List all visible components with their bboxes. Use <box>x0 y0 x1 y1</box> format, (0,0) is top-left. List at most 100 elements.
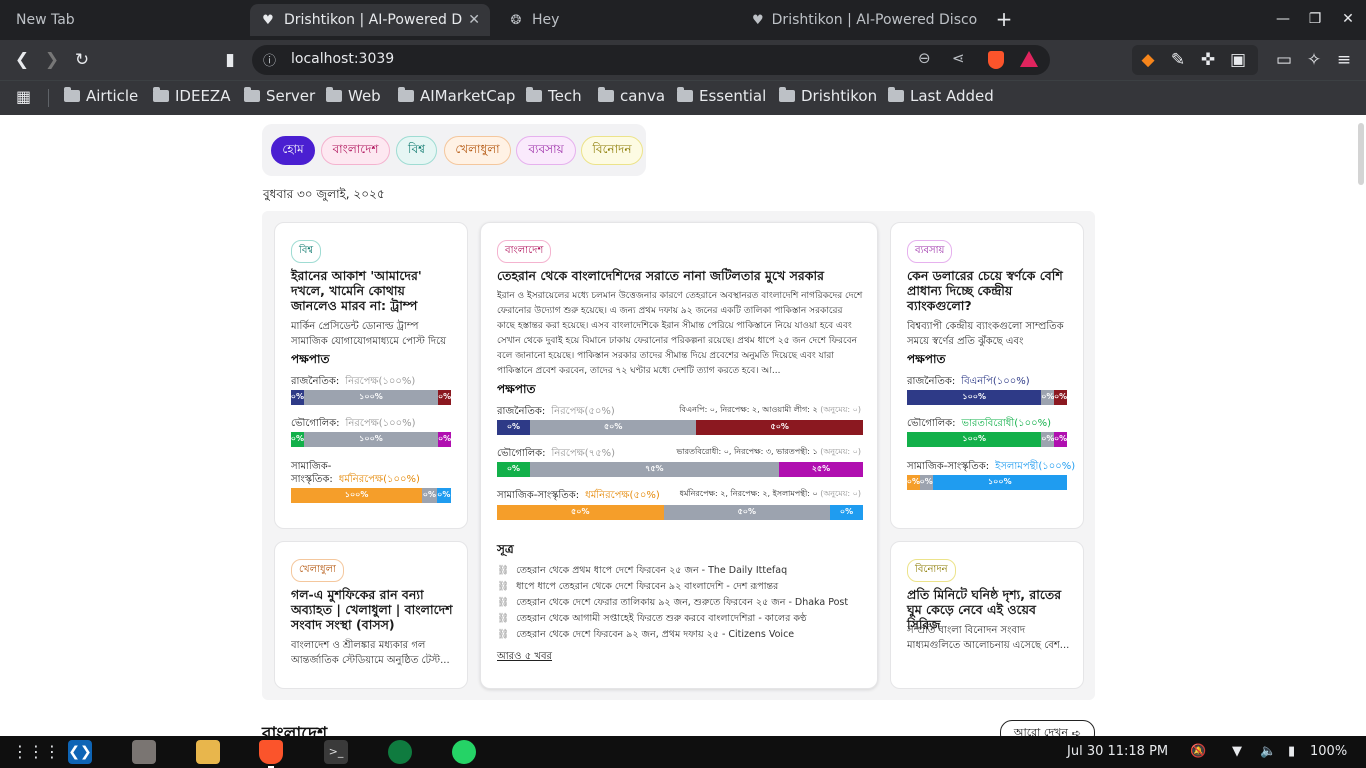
nav-world[interactable]: বিশ্ব <box>396 136 437 165</box>
clock[interactable]: Jul 30 11:18 PM <box>1067 744 1168 759</box>
news-title[interactable]: ইরানের আকাশ 'আমাদের' দখলে, খামেনি কোথায়… <box>291 268 455 313</box>
link-icon: ⛓ <box>497 581 510 592</box>
bookmark-label: Web <box>348 87 381 105</box>
bias-bar: ৫০% ৫০% ০% <box>497 505 863 520</box>
nav-label: বিনোদন <box>592 141 632 156</box>
menu-icon[interactable]: ≡ <box>1332 48 1356 72</box>
brave-rewards-icon[interactable] <box>1020 51 1038 67</box>
bookmarks-bar: ▦ Airticle IDEEZA Server Web AIMarketCap… <box>0 80 1366 115</box>
bookmark-folder[interactable]: IDEEZA <box>153 87 230 105</box>
news-title[interactable]: গল-এ মুশফিকের রান বন্যা অব্যাহত | খেলাধু… <box>291 587 457 632</box>
tab-new-tab[interactable]: New Tab <box>6 4 246 36</box>
news-card-sports[interactable]: খেলাধুলা গল-এ মুশফিকের রান বন্যা অব্যাহত… <box>274 541 468 689</box>
wallet-icon[interactable]: ▭ <box>1272 48 1296 72</box>
back-icon[interactable]: ❮ <box>10 48 34 72</box>
zoom-icon[interactable]: ⊖ <box>918 49 931 67</box>
bookmark-icon[interactable]: ▮ <box>218 48 242 72</box>
news-title[interactable]: তেহরান থেকে বাংলাদেশিদের সরাতে নানা জটিল… <box>497 268 867 283</box>
leo-ai-icon[interactable]: ✧ <box>1302 48 1326 72</box>
nav-bangladesh[interactable]: বাংলাদেশ <box>321 136 390 165</box>
volume-icon[interactable]: 🔈 <box>1260 744 1276 759</box>
tab-app-icon: ❂ <box>510 12 522 28</box>
os-taskbar: ⋮⋮⋮ ❮❯ >_ Jul 30 11:18 PM 🔕 ▼ 🔈 ▮ 100% <box>0 736 1366 768</box>
bias-heading: পক্ষপাত <box>907 352 946 366</box>
site-info-icon[interactable]: ⓘ <box>263 50 276 69</box>
metamask-icon[interactable]: ◆ <box>1136 48 1160 72</box>
nav-entertainment[interactable]: বিনোদন <box>581 136 643 165</box>
bookmark-folder[interactable]: Drishtikon <box>779 87 877 105</box>
bookmark-folder[interactable]: Airticle <box>64 87 138 105</box>
nav-sports[interactable]: খেলাধুলা <box>444 136 511 165</box>
bias-counts: ধর্মনিরপেক্ষ: ২, নিরপেক্ষ: ২, ইসলামপন্থী… <box>679 489 861 498</box>
bookmark-label: Airticle <box>86 87 139 105</box>
category-nav: হোম বাংলাদেশ বিশ্ব খেলাধুলা ব্যবসায় বিন… <box>262 124 646 176</box>
arrow-right-icon: ➪ <box>1071 726 1082 737</box>
news-summary: বাংলাদেশ ও শ্রীলঙ্কার মধ্যকার গল আন্তর্জ… <box>291 640 450 666</box>
nav-label: বাংলাদেশ <box>332 141 379 156</box>
notifications-off-icon[interactable]: 🔕 <box>1190 744 1206 759</box>
new-tab-icon[interactable]: + <box>993 8 1015 30</box>
folder-icon <box>677 87 693 102</box>
bias-segment: ০% <box>919 475 933 490</box>
page-scrollbar[interactable] <box>1358 123 1364 185</box>
bookmark-label: Tech <box>548 87 582 105</box>
source-link[interactable]: ⛓ তেহরান থেকে প্রথম ধাপে দেশে ফিরবেন ২৫ জ… <box>497 564 787 579</box>
toolbar: ❮ ❯ ↻ ▮ ⓘ localhost:3039 ⊖ ⋖ ◆ ✎ ✜ ▣ ▭ ✧… <box>0 40 1366 80</box>
source-link[interactable]: ⛓ তেহরান থেকে আগামী সপ্তাহেই ফিরতে শুরু ক… <box>497 612 807 627</box>
eyedropper-icon[interactable]: ✎ <box>1166 48 1190 72</box>
bias-bar: ০% ৫০% ৫০% <box>497 420 863 435</box>
news-card-entertainment[interactable]: বিনোদন প্রতি মিনিটে ঘনিষ্ঠ দৃশ্য, রাতের … <box>890 541 1084 689</box>
more-news-link[interactable]: আরও ৫ খবর <box>497 649 552 666</box>
files-icon[interactable] <box>132 740 156 764</box>
minimize-icon[interactable]: — <box>1272 8 1294 30</box>
close-icon[interactable]: ✕ <box>468 12 480 28</box>
forward-icon[interactable]: ❯ <box>40 48 64 72</box>
news-card-world[interactable]: বিশ্ব ইরানের আকাশ 'আমাদের' দখলে, খামেনি … <box>274 222 468 529</box>
battery-icon[interactable]: ▮ <box>1288 744 1295 759</box>
tab-drishtikon-active[interactable]: ♥ Drishtikon | AI-Powered D ✕ <box>250 4 490 36</box>
news-card-bangladesh[interactable]: বাংলাদেশ তেহরান থেকে বাংলাদেশিদের সরাতে … <box>480 222 878 689</box>
bias-segment: ৫০% <box>497 505 664 520</box>
see-more-button[interactable]: আরো দেখুন ➪ <box>1000 720 1095 736</box>
source-link[interactable]: ⛓ তেহরান থেকে দেশে ফেরার তালিকায় ৯২ জন, … <box>497 596 848 611</box>
bookmark-folder[interactable]: Last Added <box>888 87 994 105</box>
address-bar[interactable]: ⓘ localhost:3039 ⊖ ⋖ <box>252 45 1050 75</box>
reader-icon[interactable]: ▣ <box>1226 48 1250 72</box>
whatsapp-icon[interactable] <box>452 740 476 764</box>
brave-browser-icon[interactable] <box>259 740 283 764</box>
window-close-icon[interactable]: ✕ <box>1337 8 1359 30</box>
maximize-icon[interactable]: ❐ <box>1304 8 1326 30</box>
app-grid-icon[interactable]: ⋮⋮⋮ <box>12 740 60 764</box>
nav-home[interactable]: হোম <box>271 136 315 165</box>
bookmark-folder[interactable]: Tech <box>526 87 582 105</box>
apps-icon[interactable]: ▦ <box>16 87 31 106</box>
bookmark-label: IDEEZA <box>175 87 231 105</box>
share-icon[interactable]: ⋖ <box>952 49 965 67</box>
news-card-business[interactable]: ব্যবসায় কেন ডলারের চেয়ে স্বর্ণকে বেশি … <box>890 222 1084 529</box>
tab-drishtikon[interactable]: ♥ Drishtikon | AI-Powered Disco <box>742 4 982 36</box>
extensions-icon[interactable]: ✜ <box>1196 48 1220 72</box>
wifi-icon[interactable]: ▼ <box>1232 744 1242 759</box>
bookmark-folder[interactable]: canva <box>598 87 665 105</box>
vscode-icon[interactable]: ❮❯ <box>68 740 92 764</box>
mongodb-compass-icon[interactable] <box>388 740 412 764</box>
bias-segment: ৫০% <box>663 505 831 520</box>
text-editor-icon[interactable] <box>196 740 220 764</box>
bias-bar: ০% ১০০% ০% <box>291 432 451 447</box>
bookmark-folder[interactable]: Web <box>326 87 381 105</box>
source-link[interactable]: ⛓ ধাপে ধাপে তেহরান থেকে দেশে ফিরবেন ৯২ বা… <box>497 580 778 595</box>
terminal-icon[interactable]: >_ <box>324 740 348 764</box>
bookmark-folder[interactable]: AIMarketCap <box>398 87 515 105</box>
source-link[interactable]: ⛓ তেহরান থেকে দেশে ফিরবেন ৯২ জন, প্রথম দফ… <box>497 628 794 643</box>
tab-hey[interactable]: ❂ Hey <box>498 4 734 36</box>
nav-business[interactable]: ব্যবসায় <box>516 136 576 165</box>
tab-title: Drishtikon | AI-Powered D <box>284 12 463 28</box>
news-title[interactable]: কেন ডলারের চেয়ে স্বর্ণকে বেশি প্রাধান্য… <box>907 268 1071 313</box>
link-icon: ⛓ <box>497 565 510 576</box>
bookmark-label: Drishtikon <box>801 87 878 105</box>
reload-icon[interactable]: ↻ <box>70 48 94 72</box>
brave-shield-icon[interactable] <box>988 51 1004 69</box>
bookmark-folder[interactable]: Essential <box>677 87 766 105</box>
bookmark-folder[interactable]: Server <box>244 87 315 105</box>
bias-segment: ০% <box>1041 390 1055 405</box>
